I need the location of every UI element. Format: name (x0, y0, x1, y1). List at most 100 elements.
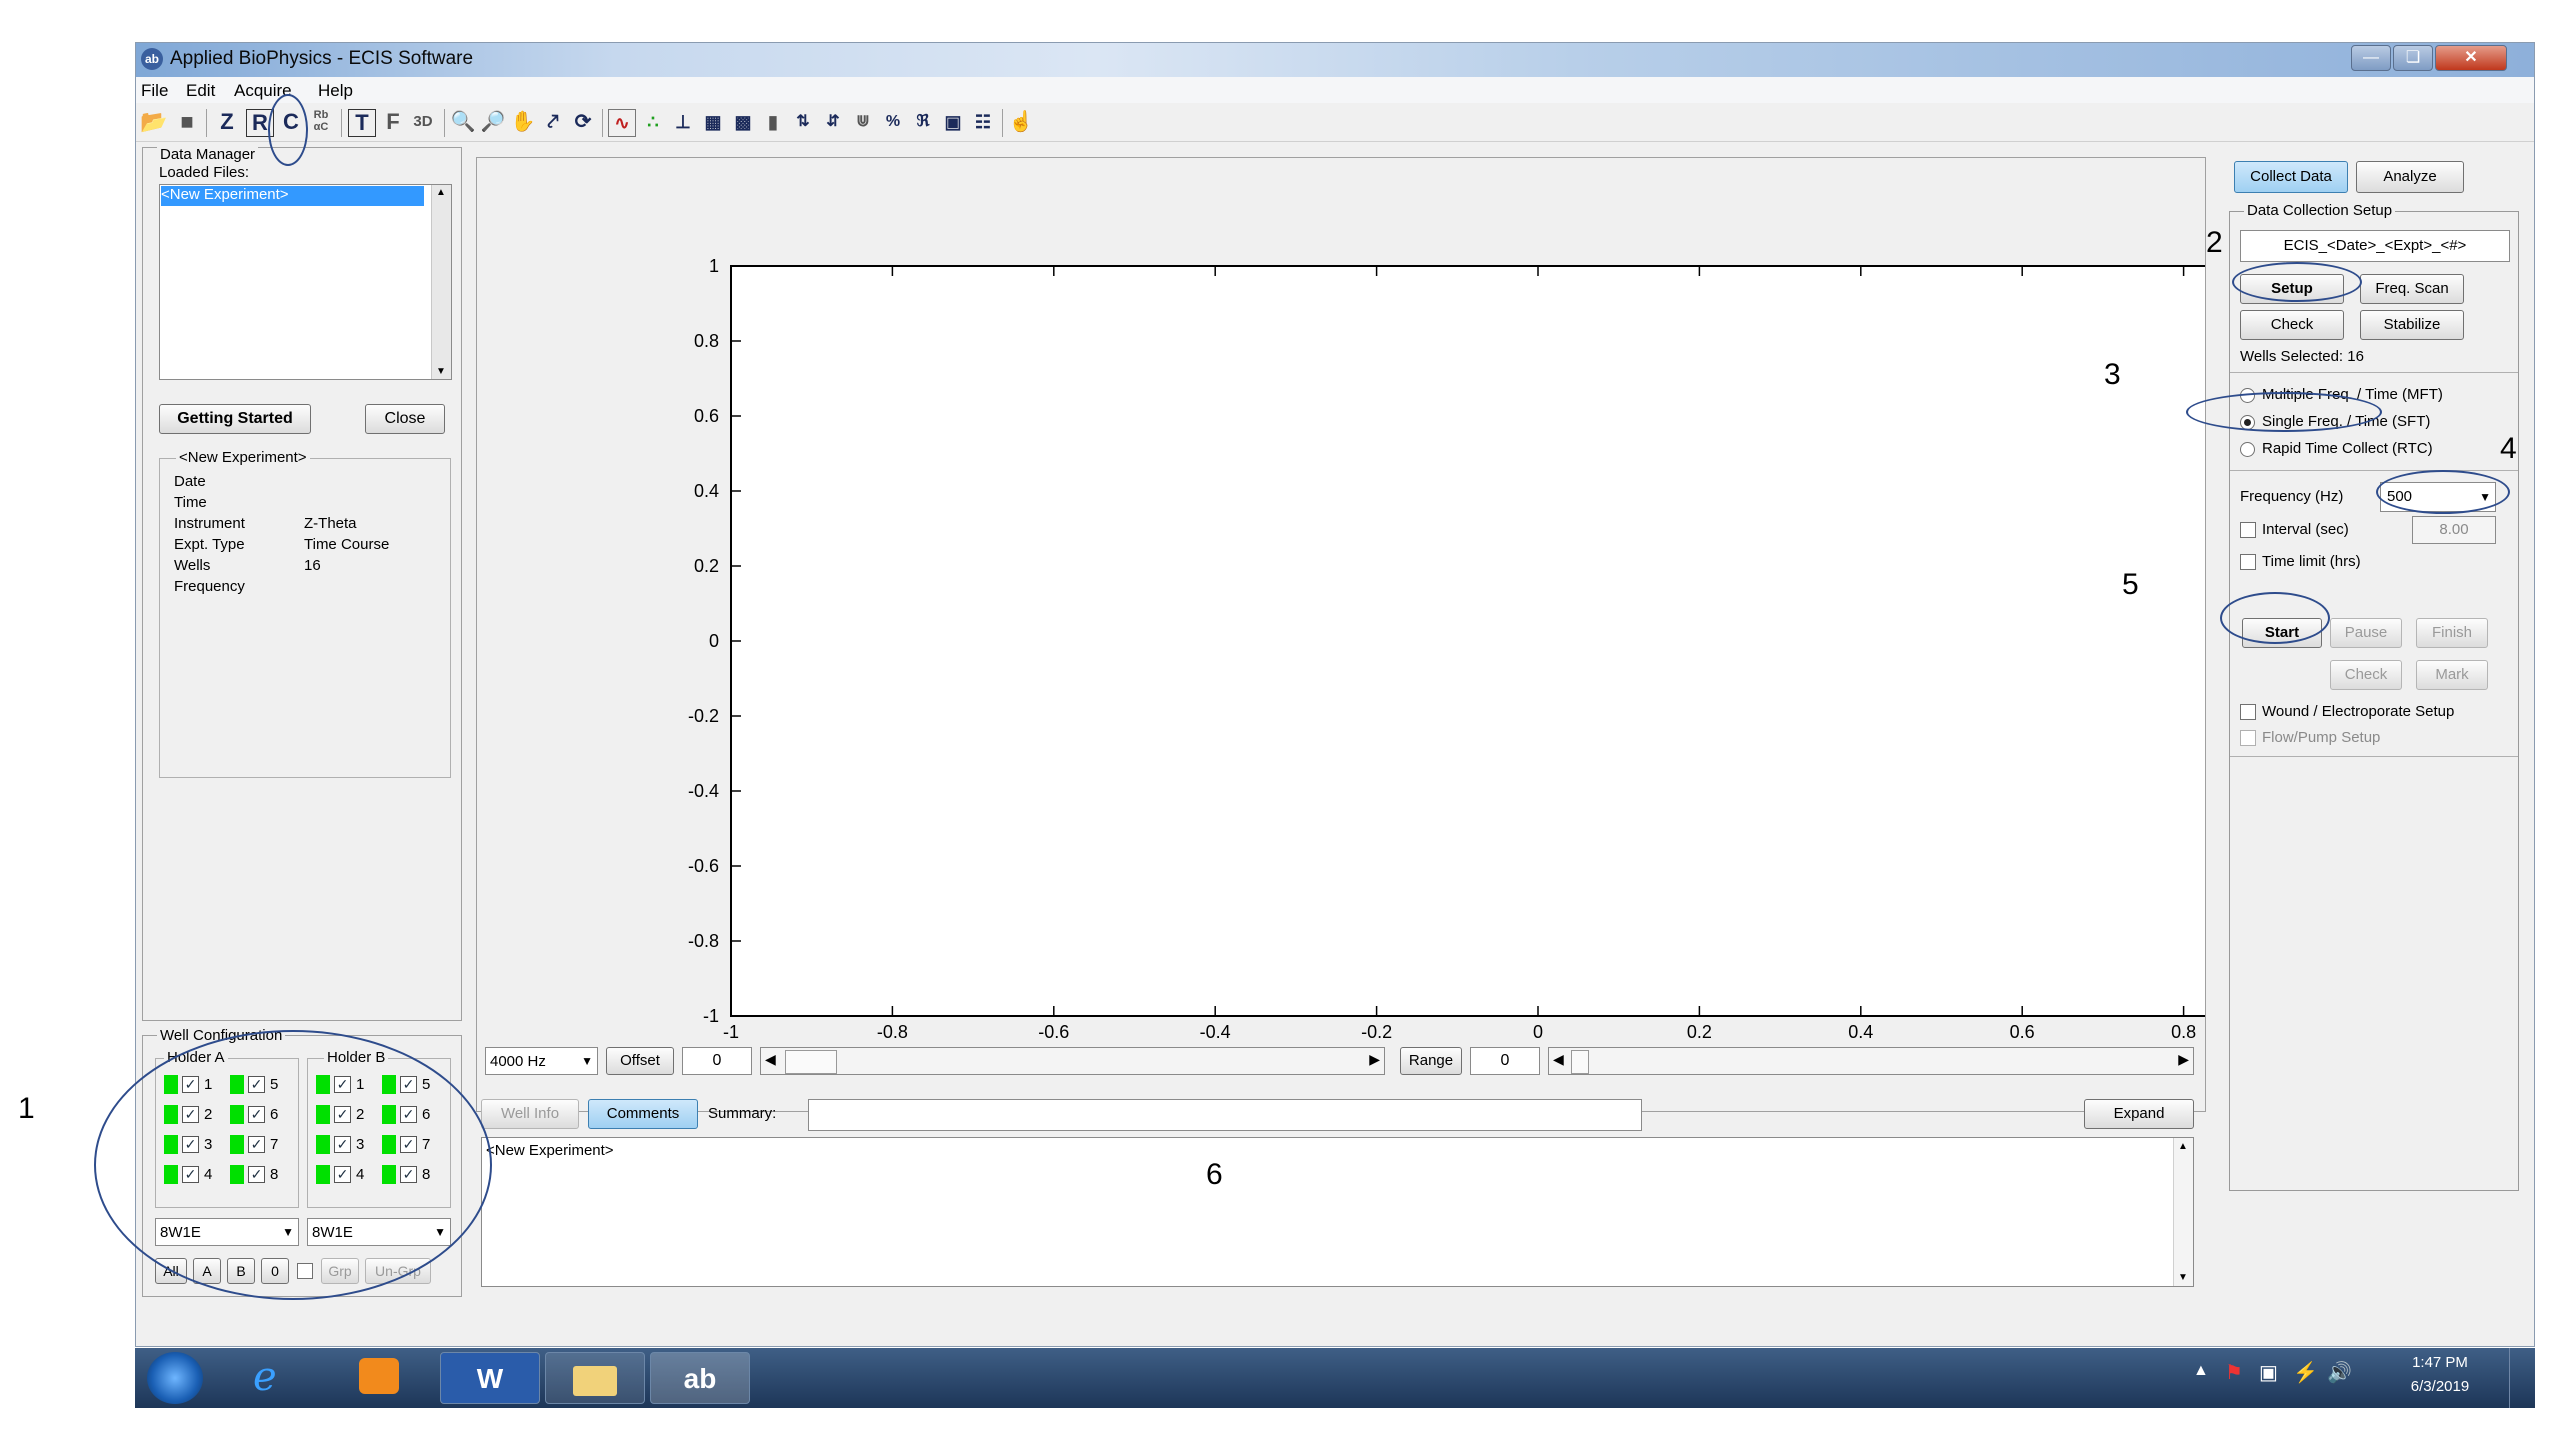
experiment-props: Date Time Instrument Z-Theta Expt. Type Ti… (174, 471, 389, 597)
expand-button[interactable]: Expand (2084, 1099, 2194, 1129)
axis-icon[interactable]: ⊥ (670, 109, 696, 135)
table-icon[interactable]: ▩ (730, 109, 756, 135)
save-icon[interactable]: ■ (174, 109, 200, 135)
impedance-plot[interactable]: -1-0.8-0.6-0.4-0.200.20.40.60.8110.80.60… (477, 158, 2205, 1098)
plot-frequency-select[interactable]: 4000 Hz ▼ (485, 1047, 598, 1075)
interval-checkbox[interactable] (2240, 522, 2256, 538)
time-limit-checkbox[interactable] (2240, 554, 2256, 570)
range-value-field[interactable]: 0 (1470, 1047, 1540, 1075)
pause-button[interactable]: Pause (2330, 618, 2402, 648)
mode-rtc-label[interactable]: Rapid Time Collect (RTC) (2262, 440, 2433, 457)
mode-rtc-radio[interactable] (2240, 442, 2255, 457)
close-window-button[interactable]: ✕ (2435, 45, 2507, 71)
zoom-in-icon[interactable]: 🔍 (450, 109, 476, 135)
normalize-icon[interactable]: ⇅ (790, 109, 816, 135)
impedance-z-button[interactable]: Z (214, 109, 240, 135)
media-player-icon[interactable] (359, 1358, 399, 1394)
scatter-plot-icon[interactable]: ∴ (640, 109, 666, 135)
check-button[interactable]: Check (2240, 310, 2344, 340)
volume-icon[interactable]: 🔊 (2327, 1360, 2352, 1385)
freq-scan-button[interactable]: Freq. Scan (2360, 274, 2464, 304)
stabilize-button[interactable]: Stabilize (2360, 310, 2464, 340)
fit-icon[interactable]: ⋓ (850, 109, 876, 135)
menu-file[interactable]: File (141, 81, 168, 101)
wound-label[interactable]: Wound / Electroporate Setup (2262, 703, 2454, 720)
comments-textarea[interactable]: <New Experiment> ▲ ▼ (481, 1137, 2194, 1287)
open-folder-icon[interactable]: 📂 (140, 109, 167, 135)
slider-thumb[interactable] (785, 1050, 837, 1074)
start-orb-icon[interactable] (147, 1352, 203, 1404)
toolbar-separator (602, 109, 603, 137)
divider (2230, 470, 2518, 471)
analyze-tab[interactable]: Analyze (2356, 161, 2464, 193)
check-collect-button[interactable]: Check (2330, 660, 2402, 690)
list-item[interactable]: <New Experiment> (161, 186, 424, 206)
rc-icon[interactable]: ℜ (910, 109, 936, 135)
line-plot-icon[interactable]: ∿ (608, 109, 636, 137)
flow-pump-label[interactable]: Flow/Pump Setup (2262, 729, 2380, 746)
wound-checkbox[interactable] (2240, 704, 2256, 720)
pointer-hand-icon[interactable]: ☝ (1008, 109, 1034, 135)
zoom-out-icon[interactable]: 🔎 (480, 109, 506, 135)
loaded-files-list[interactable]: <New Experiment> ▲ ▼ (159, 184, 452, 380)
scroll-left-icon[interactable]: ◀ (765, 1051, 776, 1068)
flow-pump-checkbox[interactable] (2240, 730, 2256, 746)
restore-button[interactable]: ❏ (2393, 45, 2433, 71)
offset-slider[interactable]: ◀ ▶ (760, 1047, 1385, 1075)
getting-started-button[interactable]: Getting Started (159, 404, 311, 434)
well-info-tab[interactable]: Well Info (481, 1099, 579, 1129)
range-button[interactable]: Range (1400, 1047, 1462, 1075)
slider-thumb[interactable] (1571, 1050, 1589, 1074)
bar-icon[interactable]: ▮ (760, 109, 786, 135)
mark-button[interactable]: Mark (2416, 660, 2488, 690)
toolbar-separator (444, 109, 445, 137)
filename-field[interactable]: ECIS_<Date>_<Expt>_<#> (2240, 230, 2510, 262)
menu-edit[interactable]: Edit (186, 81, 215, 101)
clock-time[interactable]: 1:47 PM (2395, 1354, 2485, 1371)
scroll-right-icon[interactable]: ▶ (2178, 1051, 2189, 1068)
minimize-button[interactable]: — (2351, 45, 2391, 71)
network-icon[interactable]: ▣ (2259, 1360, 2278, 1385)
normalize-alt-icon[interactable]: ⇵ (820, 109, 846, 135)
rb-alpha-c-button[interactable]: Rb αC (308, 109, 334, 135)
data-cursor-icon[interactable]: ⤤ (540, 109, 566, 135)
grid-icon[interactable]: ▦ (700, 109, 726, 135)
frequency-f-button[interactable]: F (380, 109, 406, 135)
3d-button[interactable]: 3D (410, 109, 436, 135)
word-taskbar-button[interactable]: W (440, 1352, 540, 1404)
summary-input[interactable] (808, 1099, 1642, 1131)
interval-field[interactable]: 8.00 (2412, 516, 2496, 544)
scroll-right-icon[interactable]: ▶ (1369, 1051, 1380, 1068)
pan-hand-icon[interactable]: ✋ (510, 109, 536, 135)
tray-expand-icon[interactable]: ▲ (2193, 1362, 2209, 1380)
list-scrollbar[interactable]: ▲ ▼ (431, 185, 451, 379)
offset-value-field[interactable]: 0 (682, 1047, 752, 1075)
collect-data-tab[interactable]: Collect Data (2234, 161, 2348, 193)
offset-button[interactable]: Offset (606, 1047, 674, 1075)
internet-explorer-icon[interactable]: e (253, 1354, 277, 1400)
finish-button[interactable]: Finish (2416, 618, 2488, 648)
scroll-down-icon[interactable]: ▼ (2178, 1272, 2188, 1283)
percent-icon[interactable]: % (880, 109, 906, 135)
summary-label: Summary: (708, 1105, 777, 1122)
action-center-icon[interactable]: ⚑ (2225, 1360, 2243, 1385)
ecis-taskbar-button[interactable]: ab (650, 1352, 750, 1404)
clock-date[interactable]: 6/3/2019 (2395, 1378, 2485, 1395)
scroll-up-icon[interactable]: ▲ (436, 187, 446, 198)
show-desktop-button[interactable] (2509, 1348, 2536, 1408)
menu-help[interactable]: Help (318, 81, 353, 101)
range-slider[interactable]: ◀ ▶ (1548, 1047, 2194, 1075)
well-map-icon[interactable]: ▣ (940, 109, 966, 135)
comments-scrollbar[interactable]: ▲ ▼ (2173, 1138, 2193, 1286)
scroll-down-icon[interactable]: ▼ (436, 366, 446, 377)
comments-tab[interactable]: Comments (588, 1099, 698, 1129)
explorer-folder-icon[interactable] (545, 1352, 645, 1404)
y-tick-label: 0.6 (694, 406, 719, 426)
scroll-left-icon[interactable]: ◀ (1553, 1051, 1564, 1068)
rotate-icon[interactable]: ⟳ (570, 109, 596, 135)
scroll-up-icon[interactable]: ▲ (2178, 1141, 2188, 1152)
close-file-button[interactable]: Close (365, 404, 445, 434)
time-t-button[interactable]: T (348, 109, 376, 137)
power-icon[interactable]: ⚡ (2293, 1360, 2318, 1385)
well-grid-icon[interactable]: ☷ (970, 109, 996, 135)
